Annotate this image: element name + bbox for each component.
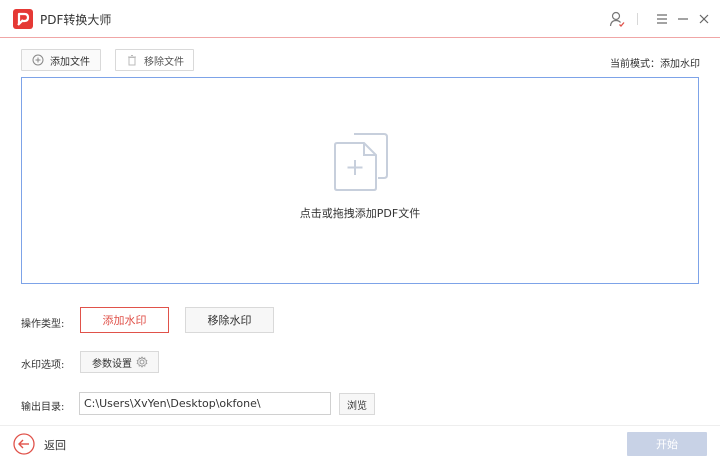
drop-hint: 点击或拖拽添加PDF文件 xyxy=(299,207,421,220)
minimize-icon[interactable] xyxy=(674,10,692,28)
gear-icon xyxy=(136,356,148,371)
title-bar: PDF转换大师 xyxy=(0,0,720,38)
trash-icon xyxy=(126,54,138,66)
footer-divider xyxy=(0,425,720,426)
start-button[interactable]: 开始 xyxy=(627,432,707,456)
remove-watermark-option[interactable]: 移除水印 xyxy=(185,307,274,333)
app-logo-icon xyxy=(13,9,33,29)
add-document-icon xyxy=(332,131,390,193)
controls-divider xyxy=(637,13,638,25)
add-circle-icon xyxy=(32,54,44,66)
user-icon[interactable] xyxy=(608,10,626,28)
op-type-label: 操作类型: xyxy=(21,319,65,330)
param-settings-label: 参数设置 xyxy=(92,358,132,370)
current-mode-text: 当前模式：添加水印 xyxy=(610,59,700,70)
back-button[interactable]: 返回 xyxy=(44,437,66,453)
app-title: PDF转换大师 xyxy=(40,13,112,27)
add-watermark-option[interactable]: 添加水印 xyxy=(80,307,169,333)
output-dir-input[interactable] xyxy=(79,392,331,415)
output-dir-label: 输出目录: xyxy=(21,402,65,413)
close-icon[interactable] xyxy=(695,10,713,28)
remove-file-button[interactable]: 移除文件 xyxy=(115,49,194,71)
browse-button[interactable]: 浏览 xyxy=(339,393,375,415)
param-settings-button[interactable]: 参数设置 xyxy=(80,351,159,373)
remove-file-label: 移除文件 xyxy=(144,56,184,68)
menu-icon[interactable] xyxy=(653,10,671,28)
back-arrow-icon[interactable] xyxy=(13,433,35,455)
file-drop-zone[interactable]: 点击或拖拽添加PDF文件 xyxy=(21,77,699,284)
add-file-button[interactable]: 添加文件 xyxy=(21,49,101,71)
watermark-options-label: 水印选项: xyxy=(21,360,65,371)
add-file-label: 添加文件 xyxy=(50,56,90,68)
